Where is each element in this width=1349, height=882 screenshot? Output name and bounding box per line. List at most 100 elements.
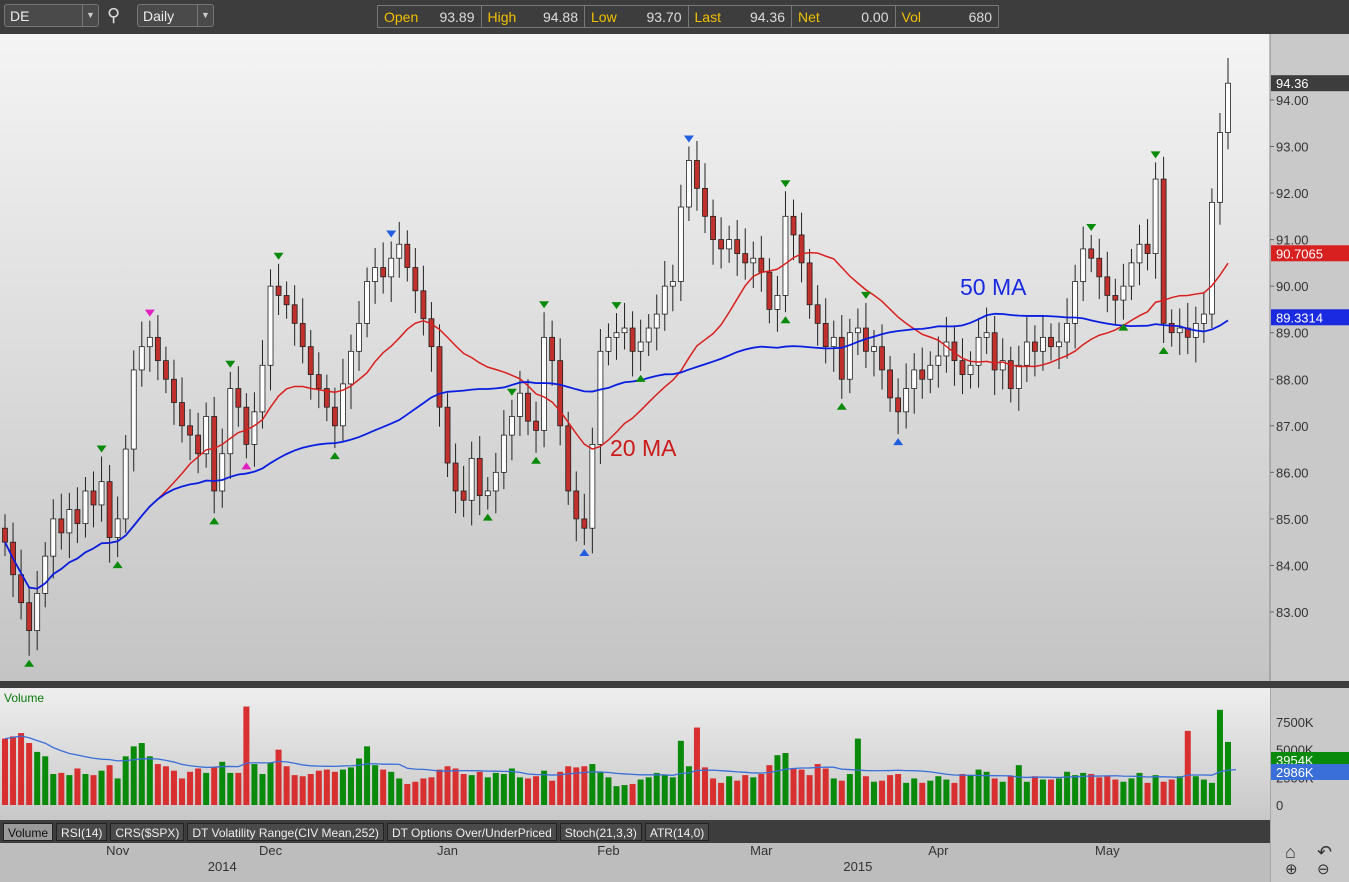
candle-up: [122, 448, 129, 520]
candle-up: [98, 481, 105, 506]
volume-bar: [927, 780, 934, 805]
tab-volume[interactable]: Volume: [3, 823, 54, 841]
candle-down: [275, 285, 282, 296]
candle-up: [42, 555, 49, 594]
volume-bar: [179, 778, 186, 805]
candle-up: [259, 364, 266, 413]
candle-up: [669, 281, 676, 287]
volume-bar: [806, 775, 813, 805]
candle-up: [686, 160, 692, 208]
candle-up: [613, 332, 620, 338]
volume-bar: [291, 775, 298, 805]
candle-down: [718, 239, 724, 250]
volume-bar: [492, 772, 499, 805]
symbol-input[interactable]: DE ▼: [4, 4, 99, 27]
candle-down: [1112, 295, 1119, 301]
price-tick: 86.00: [1276, 465, 1309, 480]
volume-bar: [195, 768, 202, 805]
volume-bar: [1080, 772, 1087, 805]
volume-bar: [299, 776, 306, 805]
volume-bar: [637, 779, 644, 805]
month-label: Feb: [597, 843, 619, 858]
volume-bar: [114, 778, 121, 805]
price-tick: 93.00: [1276, 140, 1309, 155]
volume-bar: [959, 774, 966, 805]
quote-net: Net 0.00: [792, 6, 896, 27]
quote-vol: Vol 680: [896, 6, 999, 27]
volume-bar: [187, 771, 194, 805]
candle-up: [903, 388, 910, 413]
ma20-annotation: 20 MA: [610, 435, 677, 461]
pane-divider[interactable]: [0, 681, 1349, 688]
volume-bar: [750, 777, 757, 805]
label: Last: [694, 9, 721, 25]
candle-down: [404, 243, 411, 268]
candle-down: [887, 369, 893, 399]
volume-bar: [476, 771, 483, 805]
volume-bar: [130, 746, 137, 805]
volume-bar: [838, 780, 845, 805]
volume-bar: [452, 768, 459, 805]
candle-up: [935, 355, 942, 366]
candle-down: [187, 425, 193, 436]
candle-up: [846, 332, 853, 380]
volume-bar: [203, 772, 210, 805]
candle-up: [782, 215, 789, 296]
volume-bar: [1120, 781, 1127, 805]
volume-bar: [122, 756, 129, 805]
candle-down: [74, 509, 81, 524]
zoom-in-icon[interactable]: ⊕: [1285, 860, 1298, 878]
volume-bar: [1208, 782, 1215, 805]
volume-bar: [1168, 779, 1175, 805]
candle-up: [66, 509, 73, 534]
month-label: Nov: [106, 843, 130, 858]
volume-bar: [726, 776, 733, 805]
volume-bar: [42, 756, 49, 805]
volume-bar: [879, 780, 886, 805]
volume-bar: [669, 777, 676, 805]
volume-bar: [830, 778, 837, 805]
candle-up: [677, 206, 684, 282]
volume-bar: [1112, 779, 1119, 805]
volume-bar: [1047, 779, 1054, 805]
volume-bar: [1072, 775, 1079, 805]
volume-bar: [1088, 774, 1095, 805]
volume-bar: [822, 768, 829, 805]
volume-tick: 0: [1276, 798, 1283, 813]
value: 0.00: [861, 9, 889, 25]
price-chart[interactable]: 83.00 84.00 85.00 86.00 87.00 88.00 89.00 90.00…: [0, 34, 1349, 882]
candle-up: [1200, 313, 1207, 324]
ma20-value-label: 90.7065: [1276, 246, 1323, 261]
volume-bar: [1152, 775, 1159, 805]
chevron-down-icon[interactable]: ▼: [82, 5, 98, 26]
volume-bar: [814, 764, 821, 805]
volume-bar: [862, 776, 869, 805]
tab-crs-spx-[interactable]: CRS($SPX): [110, 823, 185, 841]
chevron-down-icon[interactable]: ▼: [197, 5, 213, 26]
search-icon[interactable]: ⚲: [107, 5, 120, 26]
interval-select[interactable]: Daily ▼: [137, 4, 214, 27]
volume-bar: [1200, 779, 1207, 805]
candle-down: [1048, 336, 1054, 348]
candle-down: [742, 253, 749, 264]
candle-down: [315, 374, 322, 389]
volume-title: Volume: [4, 691, 44, 705]
volume-bar: [782, 752, 789, 805]
tab-rsi-14-[interactable]: RSI(14): [56, 823, 108, 841]
candle-up: [34, 592, 41, 632]
candle-up: [364, 281, 370, 324]
candle-down: [460, 490, 467, 501]
tab-dt-volatility-range-civ-mean-252-[interactable]: DT Volatility Range(CIV Mean,252): [187, 823, 384, 841]
date-axis: [0, 843, 1270, 882]
tab-stoch-21-3-3-[interactable]: Stoch(21,3,3): [559, 823, 642, 841]
candle-up: [774, 295, 781, 310]
volume-bar: [315, 770, 322, 805]
candle-down: [629, 327, 636, 352]
volume-bar: [951, 782, 958, 805]
zoom-out-icon[interactable]: ⊖: [1317, 860, 1330, 878]
volume-bar: [364, 746, 371, 805]
tab-atr-14-0-[interactable]: ATR(14,0): [644, 823, 710, 841]
tab-dt-options-over-underpriced[interactable]: DT Options Over/UnderPriced: [386, 823, 557, 841]
candle-up: [597, 350, 604, 445]
volume-bar: [1128, 778, 1135, 805]
